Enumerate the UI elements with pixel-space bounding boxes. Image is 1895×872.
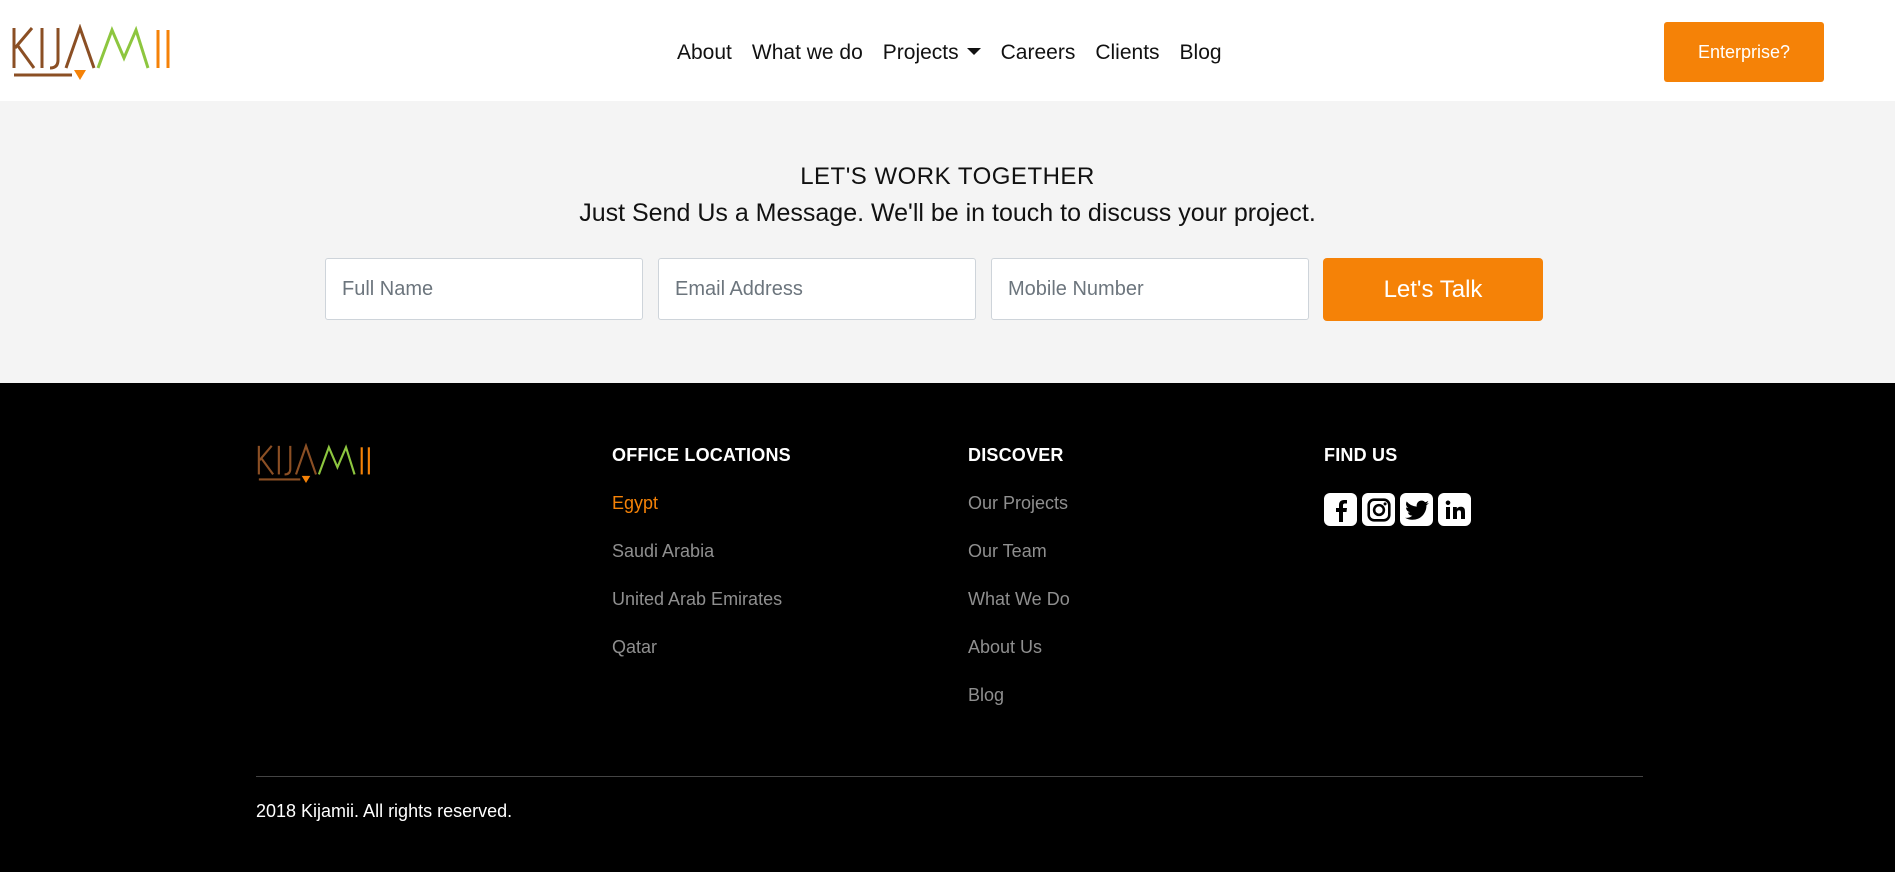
mobile-input[interactable] [991, 258, 1309, 320]
nav-what-we-do[interactable]: What we do [752, 41, 863, 65]
office-link-uae[interactable]: United Arab Emirates [612, 589, 791, 637]
office-link-saudi-arabia[interactable]: Saudi Arabia [612, 541, 791, 589]
nav-projects-label: Projects [882, 41, 959, 64]
linkedin-icon[interactable] [1438, 493, 1471, 526]
discover-link-our-team[interactable]: Our Team [968, 541, 1070, 589]
office-locations-heading: OFFICE LOCATIONS [612, 445, 791, 465]
contact-subtitle: Just Send Us a Message. We'll be in touc… [579, 199, 1316, 227]
contact-title: LET'S WORK TOGETHER [800, 163, 1095, 190]
email-input[interactable] [658, 258, 976, 320]
discover-link-what-we-do[interactable]: What We Do [968, 589, 1070, 637]
nav-blog[interactable]: Blog [1180, 41, 1222, 65]
lets-talk-button[interactable]: Let's Talk [1323, 258, 1543, 321]
twitter-icon[interactable] [1400, 493, 1433, 526]
full-name-input[interactable] [325, 258, 643, 320]
discover-heading: DISCOVER [968, 445, 1064, 465]
find-us-heading: FIND US [1324, 445, 1398, 465]
office-locations-column: OFFICE LOCATIONS Egypt Saudi Arabia Unit… [612, 445, 791, 685]
discover-link-our-projects[interactable]: Our Projects [968, 493, 1070, 541]
discover-column: DISCOVER Our Projects Our Team What We D… [968, 445, 1070, 733]
footer-divider [256, 776, 1643, 777]
facebook-icon[interactable] [1324, 493, 1357, 526]
main-nav: About What we do Projects Careers Client… [677, 38, 1222, 68]
copyright-text: 2018 Kijamii. All rights reserved. [256, 801, 513, 821]
office-link-qatar[interactable]: Qatar [612, 637, 791, 685]
site-footer: OFFICE LOCATIONS Egypt Saudi Arabia Unit… [0, 383, 1895, 872]
social-icons [1324, 493, 1471, 526]
site-header: About What we do Projects Careers Client… [0, 0, 1895, 101]
discover-link-about-us[interactable]: About Us [968, 637, 1070, 685]
kijamii-logo[interactable] [12, 24, 190, 80]
nav-about[interactable]: About [677, 41, 732, 65]
discover-link-blog[interactable]: Blog [968, 685, 1070, 733]
nav-projects[interactable]: Projects [883, 41, 981, 65]
nav-clients[interactable]: Clients [1095, 41, 1159, 65]
office-link-egypt[interactable]: Egypt [612, 493, 791, 541]
caret-down-icon [966, 47, 981, 55]
contact-section: LET'S WORK TOGETHER Just Send Us a Messa… [0, 101, 1895, 383]
find-us-column: FIND US [1324, 445, 1471, 526]
footer-logo[interactable] [256, 442, 386, 483]
enterprise-button[interactable]: Enterprise? [1664, 22, 1824, 82]
instagram-icon[interactable] [1362, 493, 1395, 526]
nav-careers[interactable]: Careers [1001, 41, 1076, 65]
